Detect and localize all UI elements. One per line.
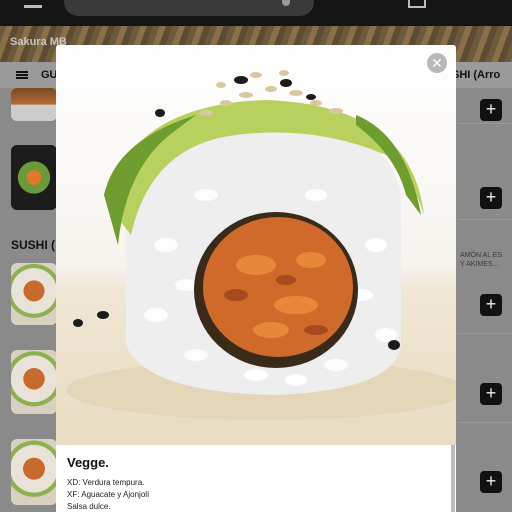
product-thumbnail[interactable]: [11, 263, 57, 325]
divider: [458, 123, 512, 124]
product-thumbnail[interactable]: [11, 350, 57, 414]
scrollbar-thumb[interactable]: [451, 445, 455, 512]
add-item-button[interactable]: +: [480, 99, 502, 121]
product-photo: ✕: [56, 45, 456, 445]
product-description-line: Y AKIMES...: [460, 261, 499, 268]
section-title: SUSHI (: [11, 238, 56, 252]
add-item-button[interactable]: +: [480, 294, 502, 316]
tabs-icon[interactable]: [408, 0, 426, 8]
sushi-roll-image: [66, 70, 456, 420]
hamburger-icon[interactable]: [16, 71, 28, 79]
product-thumbnail[interactable]: [11, 439, 57, 505]
product-description-line: Salsa dulce.: [67, 502, 111, 511]
address-bar[interactable]: [64, 0, 314, 16]
category-tab-right[interactable]: SHI (Arro: [452, 69, 500, 81]
product-title: Vegge.: [67, 455, 109, 470]
product-thumbnail[interactable]: [11, 88, 57, 121]
divider: [458, 422, 512, 423]
modal-scrollbar[interactable]: [451, 445, 455, 512]
divider: [458, 333, 512, 334]
product-description-line: XD: Verdura tempura.: [67, 478, 145, 487]
add-item-button[interactable]: +: [480, 187, 502, 209]
add-item-button[interactable]: +: [480, 383, 502, 405]
product-description-partial: AMÓN AL ES Y AKIMES...: [460, 251, 502, 269]
product-description-line: XF: Aguacate y Ajonjolí: [67, 490, 150, 499]
browser-toolbar: [0, 0, 512, 26]
product-info: Vegge. XD: Verdura tempura. XF: Aguacate…: [56, 445, 456, 512]
product-detail-modal: ✕ Vegge. XD: Verdura tempura. XF: Aguaca…: [56, 45, 456, 512]
divider: [458, 219, 512, 220]
close-button[interactable]: ✕: [427, 53, 447, 73]
product-description-line: AMÓN AL ES: [460, 252, 503, 259]
product-thumbnail[interactable]: [11, 145, 57, 210]
add-item-button[interactable]: +: [480, 471, 502, 493]
browser-menu-icon[interactable]: [24, 0, 42, 8]
